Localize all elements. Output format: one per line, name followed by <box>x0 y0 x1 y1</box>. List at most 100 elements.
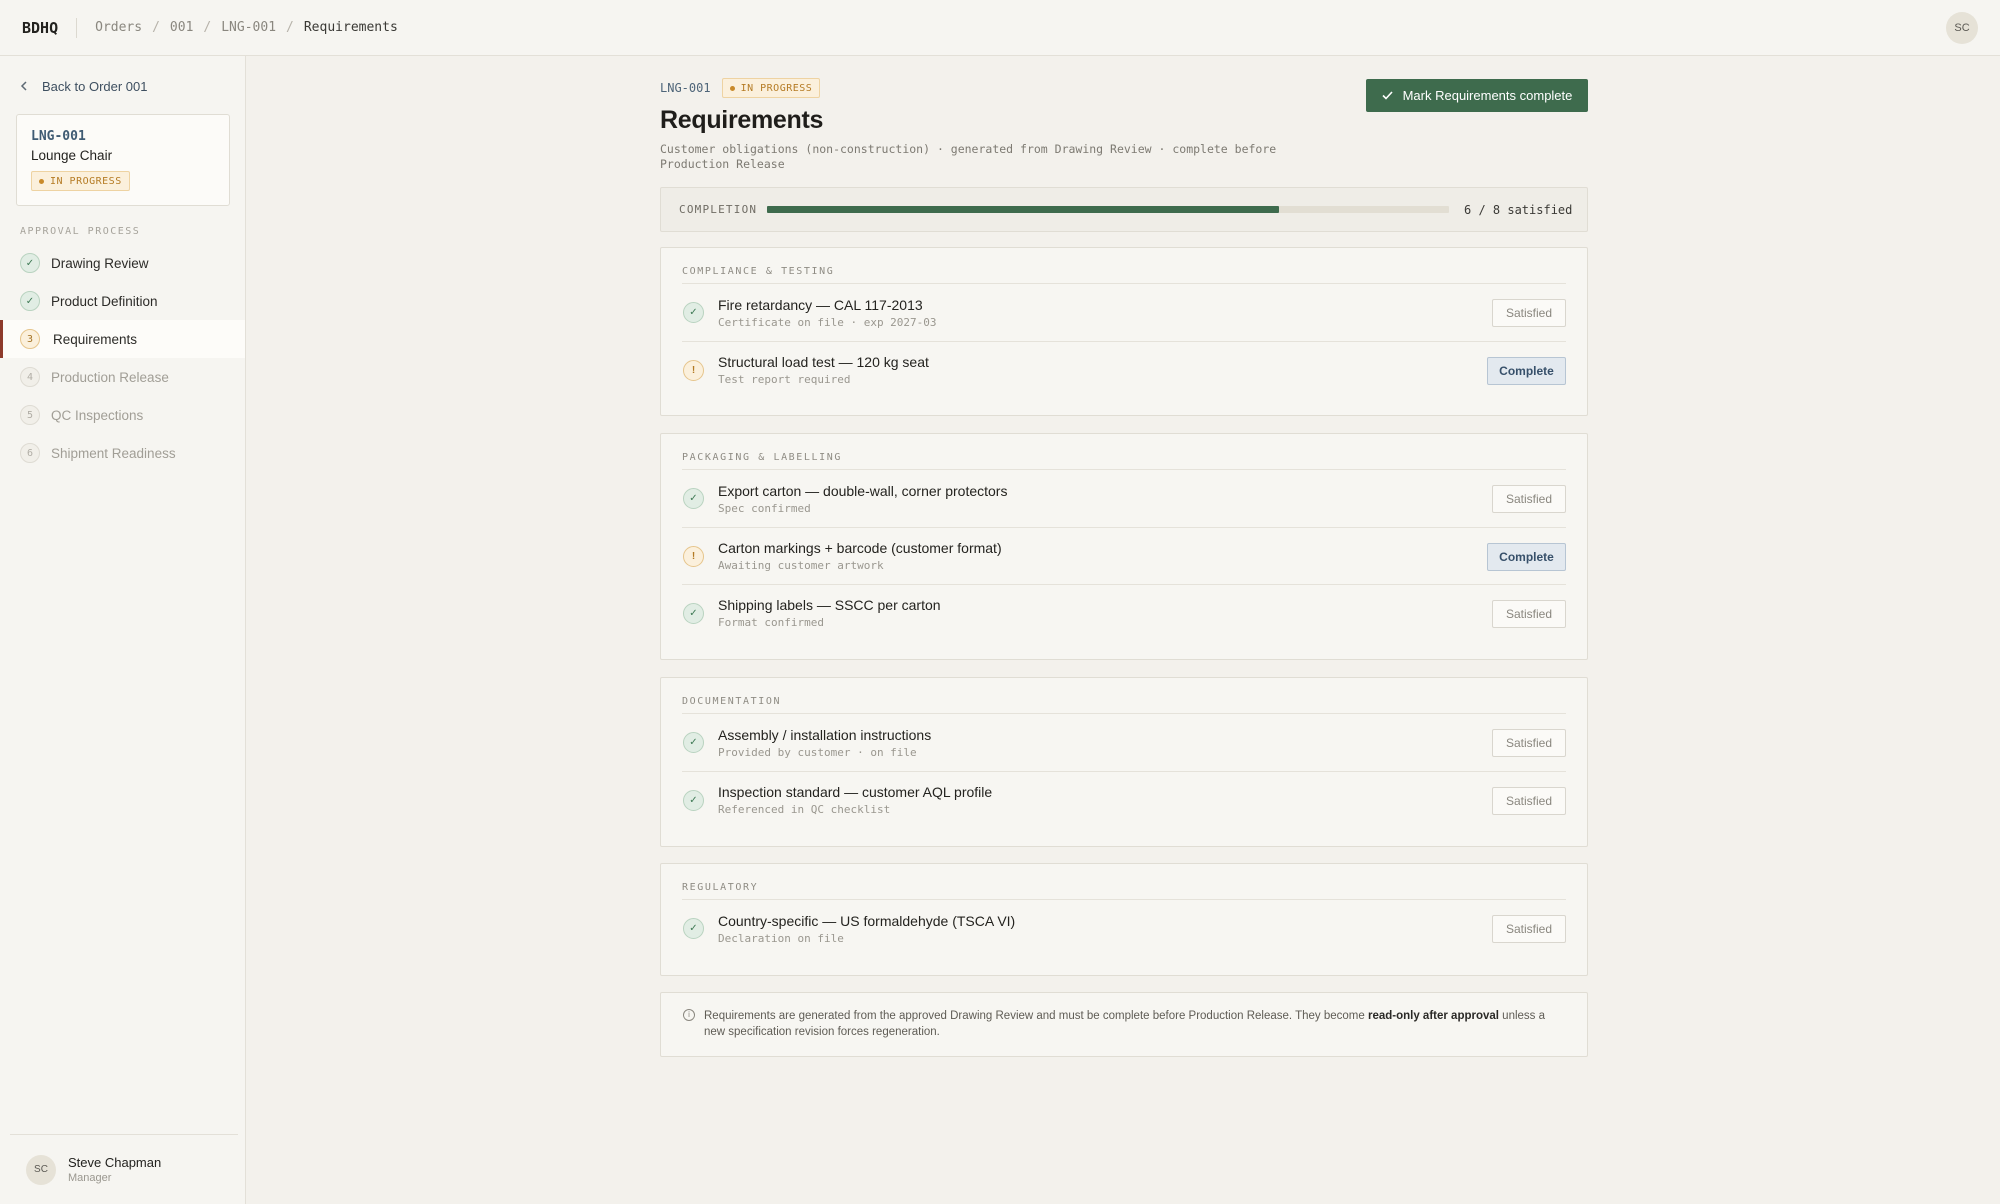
breadcrumb-order[interactable]: 001 <box>170 20 193 35</box>
page-title: Requirements <box>660 106 824 134</box>
avatar: SC <box>26 1154 56 1185</box>
requirement-title: Country-specific — US formaldehyde (TSCA… <box>718 912 1016 929</box>
top-bar: BDHQ Orders / 001 / LNG-001 / Requiremen… <box>0 0 2000 56</box>
requirement-title: Fire retardancy — CAL 117-2013 <box>718 296 923 313</box>
requirement-row: ✓ Export carton — double-wall, corner pr… <box>682 470 1566 527</box>
complete-button[interactable]: Complete <box>1487 543 1566 571</box>
breadcrumb-separator: / <box>286 20 294 35</box>
requirement-title: Assembly / installation instructions <box>718 726 932 743</box>
satisfied-button[interactable]: Satisfied <box>1492 299 1566 327</box>
requirement-title: Shipping labels — SSCC per carton <box>718 597 941 613</box>
step-product-definition[interactable]: ✓ Product Definition <box>0 282 245 320</box>
requirement-detail: Declaration on file <box>718 931 844 945</box>
satisfied-button[interactable]: Satisfied <box>1492 600 1566 628</box>
group-title: REGULATORY <box>682 864 1566 900</box>
mark-requirements-complete-button[interactable]: Mark Requirements complete <box>1366 79 1588 112</box>
status-dot-icon <box>39 178 44 184</box>
status-badge: IN PROGRESS <box>721 78 821 98</box>
button-label: Mark Requirements complete <box>1402 88 1573 103</box>
requirement-group: COMPLIANCE & TESTING ✓ Fire retardancy —… <box>660 247 1588 416</box>
exclamation-icon: ! <box>683 545 704 567</box>
requirement-detail: Referenced in QC checklist <box>718 803 891 816</box>
status-badge-label: IN PROGRESS <box>740 82 813 94</box>
note-text: Requirements are generated from the appr… <box>704 1010 1368 1022</box>
check-icon: ✓ <box>683 488 704 509</box>
step-label: Drawing Review <box>51 255 149 271</box>
check-icon: ✓ <box>683 789 704 811</box>
satisfied-button[interactable]: Satisfied <box>1492 729 1566 757</box>
requirement-detail: Test report required <box>718 373 851 386</box>
requirement-title: Inspection standard — customer AQL profi… <box>718 784 993 800</box>
check-icon: ✓ <box>683 602 704 624</box>
status-badge: IN PROGRESS <box>31 171 130 191</box>
step-shipment-readiness[interactable]: 6 Shipment Readiness <box>0 434 245 472</box>
step-label: Shipment Readiness <box>51 445 176 461</box>
info-note: i Requirements are generated from the ap… <box>660 992 1588 1057</box>
requirement-detail: Awaiting customer artwork <box>718 559 884 572</box>
requirement-detail: Provided by customer · on file <box>718 745 917 759</box>
approval-process-label: APPROVAL PROCESS <box>20 226 141 237</box>
user-name: Steve Chapman <box>68 1155 162 1170</box>
completion-progress: COMPLETION 6 / 8 satisfied <box>660 187 1588 232</box>
requirement-group: PACKAGING & LABELLING ✓ Export carton — … <box>660 433 1588 660</box>
back-to-order-link[interactable]: Back to Order 001 <box>20 79 148 94</box>
satisfied-button[interactable]: Satisfied <box>1492 787 1566 815</box>
completion-label: COMPLETION <box>679 203 758 216</box>
back-link-label: Back to Order 001 <box>42 79 148 94</box>
breadcrumb-separator: / <box>203 20 212 35</box>
step-requirements[interactable]: 3 Requirements <box>0 320 245 358</box>
step-qc-inspections[interactable]: 5 QC Inspections <box>0 396 245 434</box>
complete-button[interactable]: Complete <box>1487 357 1566 385</box>
satisfied-button[interactable]: Satisfied <box>1492 915 1566 943</box>
check-icon <box>1382 89 1393 103</box>
item-name: Lounge Chair <box>31 148 113 163</box>
item-code: LNG-001 <box>660 81 711 95</box>
requirement-title: Export carton — double-wall, corner prot… <box>718 482 1008 499</box>
check-icon: ✓ <box>683 918 704 939</box>
brand-logo[interactable]: BDHQ <box>22 19 58 37</box>
satisfied-button[interactable]: Satisfied <box>1492 485 1566 513</box>
step-label: QC Inspections <box>51 407 144 423</box>
group-title: DOCUMENTATION <box>682 678 1566 714</box>
requirement-row: ✓ Country-specific — US formaldehyde (TS… <box>682 900 1566 957</box>
requirement-row: ! Structural load test — 120 kg seat Tes… <box>682 341 1566 398</box>
step-label: Production Release <box>51 369 169 385</box>
breadcrumb-orders[interactable]: Orders <box>95 20 142 35</box>
requirement-row: ✓ Inspection standard — customer AQL pro… <box>682 771 1566 828</box>
group-title: COMPLIANCE & TESTING <box>682 248 1566 284</box>
user-avatar[interactable]: SC <box>1946 12 1978 44</box>
info-icon: i <box>683 1009 695 1021</box>
current-user[interactable]: SC Steve Chapman Manager <box>10 1134 238 1204</box>
check-icon: ✓ <box>20 291 40 311</box>
check-icon: ✓ <box>20 253 40 273</box>
header-meta: LNG-001 IN PROGRESS <box>660 78 821 98</box>
item-code: LNG-001 <box>31 129 86 144</box>
user-role: Manager <box>68 1172 112 1184</box>
requirement-group: REGULATORY ✓ Country-specific — US forma… <box>660 863 1588 976</box>
step-label: Requirements <box>53 331 138 347</box>
step-label: Product Definition <box>51 293 158 309</box>
page-subtitle: Customer obligations (non-construction) … <box>660 142 1277 171</box>
breadcrumb-separator: / <box>152 20 160 35</box>
note-emphasis: read-only after approval <box>1367 1010 1499 1022</box>
requirement-row: ✓ Fire retardancy — CAL 117-2013 Certifi… <box>682 284 1566 341</box>
step-number: 5 <box>20 405 40 425</box>
step-drawing-review[interactable]: ✓ Drawing Review <box>0 244 245 282</box>
requirement-group: DOCUMENTATION ✓ Assembly / installation … <box>660 677 1588 847</box>
breadcrumb-item[interactable]: LNG-001 <box>221 20 276 35</box>
check-icon: ✓ <box>683 302 704 323</box>
brand-divider <box>76 17 78 38</box>
step-production-release[interactable]: 4 Production Release <box>0 358 245 396</box>
item-summary-card: LNG-001 Lounge Chair IN PROGRESS <box>16 114 230 206</box>
status-dot-icon <box>729 85 735 91</box>
chevron-left-icon <box>20 79 32 94</box>
group-title: PACKAGING & LABELLING <box>682 434 1566 470</box>
exclamation-icon: ! <box>683 359 704 381</box>
progress-fill <box>767 206 1279 213</box>
sidebar: Back to Order 001 LNG-001 Lounge Chair I… <box>0 56 246 1204</box>
progress-track <box>767 206 1449 213</box>
step-number: 6 <box>20 443 40 463</box>
step-number: 3 <box>20 329 40 349</box>
completion-count: 6 / 8 satisfied <box>1464 202 1573 217</box>
requirement-detail: Certificate on file · exp 2027-03 <box>718 315 937 329</box>
